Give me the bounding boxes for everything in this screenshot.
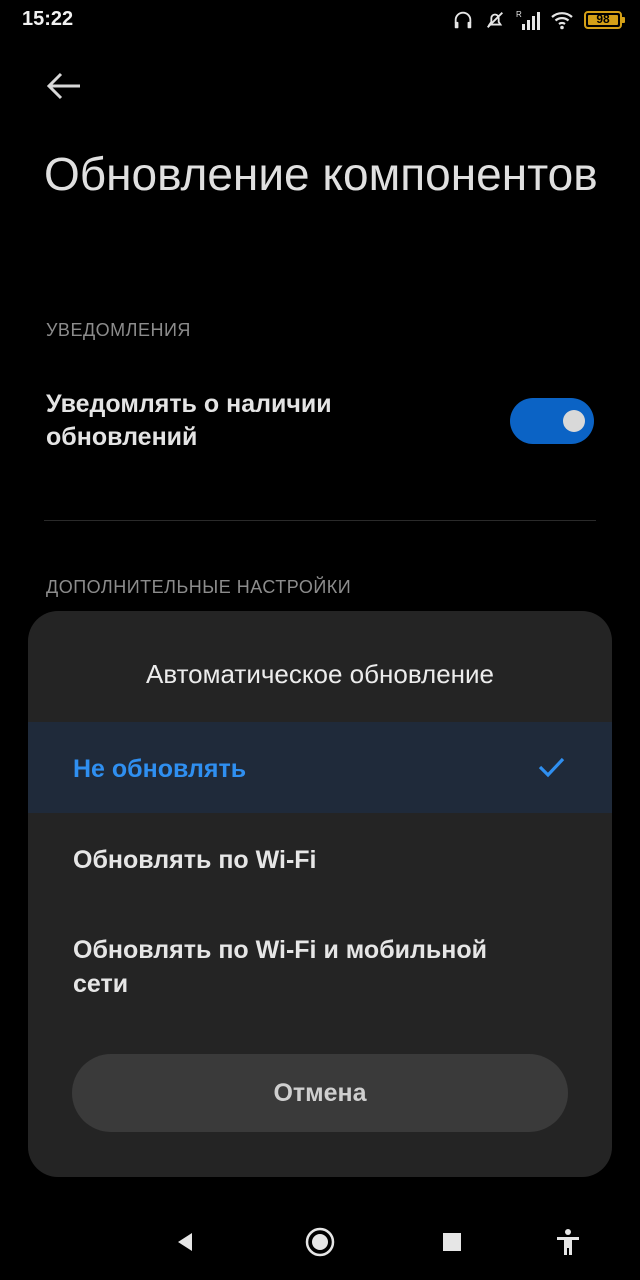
- status-icons: R 98: [452, 8, 625, 32]
- signal-icon: R: [516, 10, 540, 30]
- dialog-title: Автоматическое обновление: [145, 659, 495, 689]
- option-update-wifi[interactable]: Обновлять по Wi-Fi: [28, 813, 612, 903]
- arrow-left-icon: [46, 72, 80, 100]
- section-label-notifications: УВЕДОМЛЕНИЯ: [46, 320, 191, 340]
- home-circle-icon: [305, 1227, 335, 1257]
- back-button[interactable]: [44, 66, 84, 106]
- battery-cap: [622, 17, 625, 23]
- check-icon: [538, 757, 565, 778]
- option-label: Обновлять по Wi-Fi: [73, 846, 317, 874]
- page-title: Обновление компонентов: [44, 148, 598, 200]
- notify-updates-label: Уведомлять о наличии обновлений: [46, 390, 332, 451]
- status-bar: 15:22 R 98: [0, 0, 640, 40]
- status-time: 15:22: [22, 8, 74, 30]
- back-triangle-icon: [178, 1233, 192, 1251]
- battery-icon: 98: [584, 11, 625, 29]
- cancel-button[interactable]: Отмена: [72, 1054, 568, 1132]
- accessibility-icon: [557, 1229, 579, 1255]
- notify-updates-toggle[interactable]: [510, 398, 594, 444]
- recents-square-icon: [443, 1233, 461, 1251]
- option-label: Обновлять по Wi-Fi и мобильной сети: [73, 936, 488, 998]
- section-label-advanced: ДОПОЛНИТЕЛЬНЫЕ НАСТРОЙКИ: [46, 577, 352, 597]
- svg-text:R: R: [516, 10, 522, 19]
- auto-update-dialog: Автоматическое обновление Не обновлять О…: [28, 611, 612, 1177]
- divider: [44, 520, 596, 521]
- option-dont-update[interactable]: Не обновлять: [28, 722, 612, 813]
- alarm-off-icon: [487, 12, 503, 28]
- nav-bar: [0, 1200, 640, 1280]
- nav-accessibility-button[interactable]: [548, 1222, 588, 1262]
- option-label: Не обновлять: [73, 755, 247, 783]
- notify-updates-setting[interactable]: Уведомлять о наличии обновлений: [46, 388, 596, 468]
- option-update-wifi-mobile[interactable]: Обновлять по Wi-Fi и мобильной сети: [28, 931, 612, 1011]
- screen: 15:22 R 98 Обновление компонентов УВЕДОМ…: [0, 0, 640, 1280]
- toggle-knob: [563, 410, 585, 432]
- wifi-icon: [551, 12, 573, 30]
- nav-recents-button[interactable]: [432, 1222, 472, 1262]
- nav-back-button[interactable]: [165, 1222, 205, 1262]
- nav-home-button[interactable]: [300, 1222, 340, 1262]
- headphones-icon: [454, 11, 472, 29]
- battery-level: 98: [596, 12, 610, 26]
